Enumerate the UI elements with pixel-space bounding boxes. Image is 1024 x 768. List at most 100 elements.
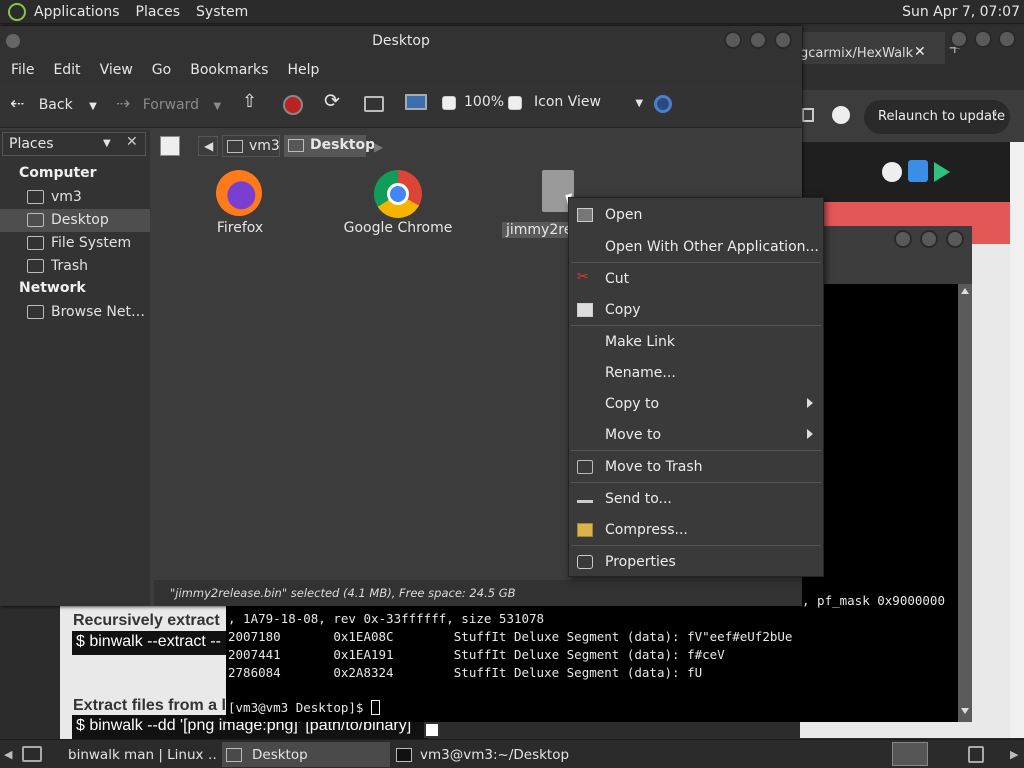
taskbar-item-desktop[interactable]: Desktop [222, 742, 390, 767]
extension-icon[interactable] [802, 108, 814, 122]
file-item-google-chrome[interactable]: Google Chrome [338, 168, 458, 238]
breadcrumb-vm3[interactable]: vm3 [222, 135, 280, 157]
sidebar-item-file-system[interactable]: File System [0, 232, 150, 255]
zoom-in-icon[interactable] [508, 96, 522, 110]
close-sidebar-icon[interactable]: ✕ [126, 134, 138, 150]
menu-item-label: Rename... [605, 365, 676, 381]
menu-view[interactable]: View [100, 62, 133, 78]
menu-item-rename[interactable]: Rename... [569, 359, 823, 387]
menu-file[interactable]: File [11, 62, 34, 78]
code-block: $ binwalk --extract -- [72, 631, 242, 655]
minimize-button[interactable] [950, 30, 968, 48]
menu-go[interactable]: Go [152, 62, 171, 78]
scroll-up-icon[interactable] [961, 288, 969, 294]
page-header-band [800, 142, 1010, 202]
top-panel: Applications Places System Sun Apr 7, 07… [0, 0, 1024, 24]
edit-location-icon[interactable] [160, 136, 180, 156]
sidebar-item-label: File System [51, 235, 132, 251]
hide-panel-right-icon[interactable]: ▶ [1010, 748, 1018, 761]
window-menu-icon[interactable] [6, 34, 20, 48]
archive-icon [577, 523, 593, 537]
taskbar-item-browser[interactable]: binwalk man | Linux … [56, 742, 218, 767]
maximize-button[interactable] [920, 230, 938, 248]
path-forward-arrow-icon[interactable]: ▶ [374, 140, 383, 154]
back-button[interactable]: ⇠ Back ▼ [10, 94, 97, 114]
close-tab-icon[interactable]: ✕ [914, 44, 926, 60]
terminal-prompt[interactable]: [vm3@vm3 Desktop]$ [228, 700, 380, 715]
menu-item-properties[interactable]: Properties [569, 548, 823, 576]
more-icon[interactable]: ⋮ [989, 108, 1002, 123]
menu-item-send-to[interactable]: Send to... [569, 485, 823, 513]
browser-tab[interactable]: gcarmix/HexWalk ✕ [800, 32, 945, 64]
file-item-jimmy2release[interactable]: jimmy2rele [500, 168, 574, 238]
menu-item-open-with[interactable]: Open With Other Application... [569, 233, 823, 261]
menu-item-move-to-trash[interactable]: Move to Trash [569, 453, 823, 481]
trash-icon [577, 460, 593, 474]
menu-item-copy[interactable]: Copy [569, 296, 823, 324]
prompt-text: [vm3@vm3 Desktop]$ [228, 700, 371, 715]
menu-applications[interactable]: Applications [34, 4, 120, 20]
search-icon[interactable] [654, 95, 672, 113]
menu-item-make-link[interactable]: Make Link [569, 328, 823, 356]
zoom-out-icon[interactable] [442, 96, 456, 110]
breadcrumb-desktop[interactable]: Desktop [284, 135, 375, 157]
menu-edit[interactable]: Edit [53, 62, 80, 78]
network-icon [27, 305, 44, 319]
desktop-folder-icon [288, 139, 304, 152]
close-button[interactable] [946, 230, 964, 248]
play-store-icon[interactable] [934, 162, 950, 182]
workspace-switcher[interactable] [892, 742, 928, 766]
distro-logo-icon[interactable] [8, 2, 26, 21]
trash-icon[interactable] [968, 746, 984, 763]
maximize-button[interactable] [974, 30, 992, 48]
menu-item-open[interactable]: Open [569, 201, 823, 229]
file-label-selected: jimmy2rele [502, 222, 570, 238]
maximize-button[interactable] [749, 31, 767, 49]
github-icon[interactable] [882, 162, 902, 182]
sidebar-item-browse-network[interactable]: Browse Net… [0, 301, 150, 324]
reload-icon[interactable]: ⟳ [324, 90, 340, 112]
terminal-scrollbar[interactable] [958, 284, 972, 722]
copy-icon[interactable] [424, 722, 440, 738]
menu-item-cut[interactable]: ✂ Cut [569, 265, 823, 293]
view-mode-select[interactable]: Icon View ▼ [534, 94, 643, 110]
menu-item-move-to[interactable]: Move to [569, 421, 823, 449]
profile-icon[interactable] [832, 106, 850, 124]
menu-item-copy-to[interactable]: Copy to [569, 390, 823, 418]
close-button[interactable] [774, 31, 792, 49]
scroll-down-icon[interactable] [961, 708, 969, 714]
menu-places[interactable]: Places [136, 4, 181, 20]
minimize-button[interactable] [894, 230, 912, 248]
browser-tab-bar: gcarmix/HexWalk ✕ + [800, 26, 1024, 64]
minimize-button[interactable] [724, 31, 742, 49]
chevron-down-icon[interactable]: ▼ [89, 101, 97, 112]
folder-icon [226, 747, 242, 762]
menu-bookmarks[interactable]: Bookmarks [190, 62, 268, 78]
computer-icon[interactable] [405, 94, 427, 110]
close-button[interactable] [998, 30, 1016, 48]
show-desktop-icon[interactable] [22, 746, 42, 762]
browser-scrollbar[interactable] [1010, 142, 1024, 738]
sidebar-item-vm3[interactable]: vm3 [0, 186, 150, 209]
app-store-icon[interactable] [908, 160, 928, 182]
path-back-arrow-icon[interactable]: ◀ [198, 136, 218, 156]
forward-button[interactable]: ⇢ Forward ▼ [116, 94, 221, 114]
taskbar-item-label: vm3@vm3:~/Desktop [420, 746, 570, 763]
clock[interactable]: Sun Apr 7, 07:07 [902, 4, 1020, 20]
window-title: Desktop [0, 26, 802, 56]
browser-tab-title: gcarmix/HexWalk [800, 46, 914, 61]
taskbar-item-terminal[interactable]: vm3@vm3:~/Desktop [392, 742, 582, 767]
menu-system[interactable]: System [196, 4, 248, 20]
sidebar-item-trash[interactable]: Trash [0, 255, 150, 278]
up-icon[interactable]: ⇧ [242, 91, 257, 112]
file-item-firefox[interactable]: Firefox [200, 168, 280, 238]
menu-item-compress[interactable]: Compress... [569, 516, 823, 544]
sidebar-item-desktop[interactable]: Desktop [0, 209, 150, 232]
hide-panel-left-icon[interactable]: ◀ [4, 748, 12, 761]
sidebar-header[interactable]: Places ▼ [2, 132, 146, 156]
stop-icon[interactable] [283, 95, 303, 115]
menu-help[interactable]: Help [287, 62, 319, 78]
chevron-down-icon[interactable]: ▼ [213, 101, 221, 112]
relaunch-button[interactable]: Relaunch to update ⋮ [864, 100, 1010, 134]
home-icon[interactable] [364, 96, 384, 112]
